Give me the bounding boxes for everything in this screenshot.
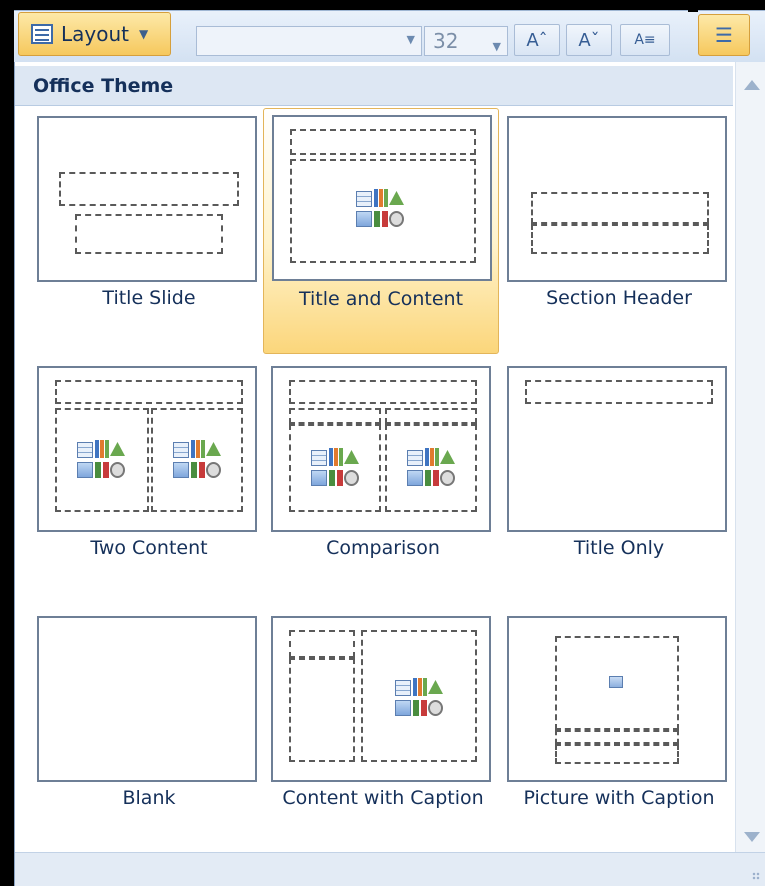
- layout-thumbnail: [271, 616, 491, 782]
- ribbon-divider: [688, 0, 698, 12]
- title-placeholder: [59, 172, 239, 206]
- resize-grip-icon[interactable]: [752, 872, 760, 880]
- layout-label: Title Slide: [102, 287, 196, 309]
- title-placeholder: [289, 380, 477, 404]
- layout-tile-title-slide[interactable]: Title Slide: [31, 108, 267, 354]
- layout-button-label: Layout: [61, 22, 129, 46]
- layout-tile-picture-with-caption[interactable]: Picture with Caption: [501, 608, 737, 854]
- scroll-up-icon[interactable]: [744, 80, 760, 90]
- content-placeholder-icon: [395, 678, 443, 718]
- content-placeholder-icon: [356, 189, 404, 229]
- layout-tile-content-with-caption[interactable]: Content with Caption: [265, 608, 501, 854]
- shrink-font-button[interactable]: Aˇ: [566, 24, 612, 56]
- picture-placeholder-icon: [609, 676, 623, 688]
- content-placeholder-icon: [173, 440, 221, 480]
- section-title: Office Theme: [15, 66, 733, 106]
- layout-tile-section-header[interactable]: Section Header: [501, 108, 737, 354]
- layout-tile-two-content[interactable]: Two Content: [31, 358, 267, 604]
- shrink-font-icon: Aˇ: [578, 29, 600, 51]
- chevron-down-icon: ▼: [139, 27, 149, 41]
- caption-placeholder: [555, 744, 679, 764]
- content-placeholder-icon: [77, 440, 125, 480]
- content-placeholder: [361, 630, 477, 762]
- layout-thumbnail: [272, 115, 492, 281]
- font-size-value: 32: [433, 29, 459, 53]
- layout-label: Two Content: [90, 537, 208, 559]
- layout-tile-blank[interactable]: Blank: [31, 608, 267, 854]
- content-placeholder-right: [151, 408, 243, 512]
- bullets-icon: ☰: [715, 23, 733, 47]
- text-placeholder: [531, 224, 709, 254]
- layout-label: Comparison: [326, 537, 440, 559]
- layout-thumbnail: [37, 366, 257, 532]
- content-placeholder: [290, 159, 476, 263]
- clear-formatting-icon: A≡: [634, 32, 656, 48]
- title-placeholder: [290, 129, 476, 155]
- title-placeholder: [555, 730, 679, 744]
- font-size-select[interactable]: 32 ▼: [424, 26, 508, 56]
- vertical-scrollbar[interactable]: [735, 62, 765, 852]
- layout-label: Title Only: [573, 537, 665, 559]
- chevron-down-icon: ▼: [492, 40, 501, 53]
- grow-font-button[interactable]: Aˆ: [514, 24, 560, 56]
- layout-label: Title and Content: [298, 288, 464, 310]
- layout-label: Blank: [122, 787, 176, 809]
- layout-thumbnail: [507, 366, 727, 532]
- layout-tile-title-only[interactable]: Title Only: [501, 358, 737, 604]
- title-placeholder: [525, 380, 713, 404]
- subtitle-placeholder: [75, 214, 223, 254]
- title-placeholder: [55, 380, 243, 404]
- ribbon: Layout ▼ ▼ 32 ▼ Aˆ Aˇ A≡ ☰: [0, 0, 765, 62]
- heading-placeholder-left: [289, 408, 381, 424]
- layout-label: Section Header: [546, 287, 692, 309]
- grow-font-icon: Aˆ: [526, 29, 548, 51]
- content-placeholder-left: [289, 424, 381, 512]
- layout-thumbnail: [507, 116, 727, 282]
- caption-placeholder: [289, 658, 355, 762]
- layout-icon: [31, 24, 53, 44]
- clear-formatting-button[interactable]: A≡: [620, 24, 670, 56]
- chevron-down-icon: ▼: [406, 33, 415, 46]
- layout-tile-comparison[interactable]: Comparison: [265, 358, 501, 604]
- layout-label: Content with Caption: [282, 787, 484, 809]
- layout-label: Picture with Caption: [523, 787, 715, 809]
- content-placeholder-right: [385, 424, 477, 512]
- title-placeholder: [531, 192, 709, 224]
- layout-button[interactable]: Layout ▼: [18, 12, 171, 56]
- layout-thumbnail: [507, 616, 727, 782]
- font-name-select[interactable]: ▼: [196, 26, 422, 56]
- heading-placeholder-right: [385, 408, 477, 424]
- gallery-footer: [15, 852, 765, 886]
- layout-thumbnail: [271, 366, 491, 532]
- bullets-button[interactable]: ☰: [698, 14, 750, 56]
- scroll-down-icon[interactable]: [744, 832, 760, 842]
- content-placeholder-icon: [407, 448, 455, 488]
- layout-gallery: Office Theme Title Slide Title and Conte…: [14, 62, 765, 886]
- layout-thumbnail: [37, 116, 257, 282]
- layout-tile-title-and-content[interactable]: Title and Content: [263, 108, 499, 354]
- layout-thumbnail: [37, 616, 257, 782]
- picture-placeholder: [555, 636, 679, 730]
- content-placeholder-icon: [311, 448, 359, 488]
- content-placeholder-left: [55, 408, 149, 512]
- title-placeholder: [289, 630, 355, 658]
